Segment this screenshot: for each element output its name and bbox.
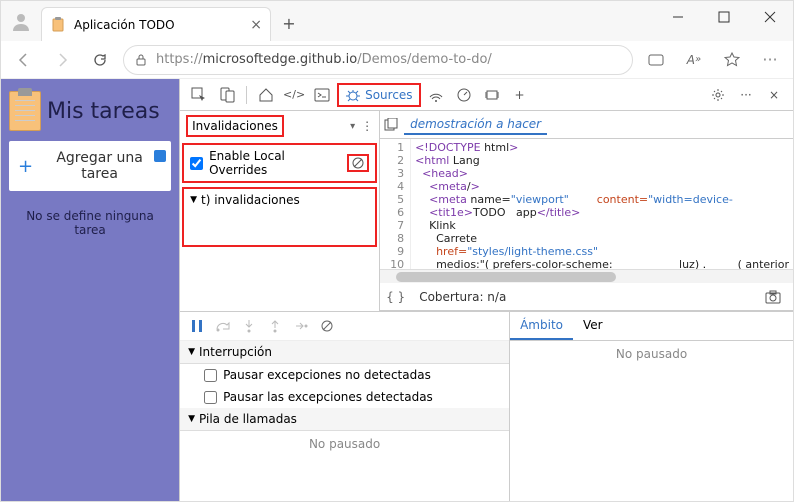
network-icon[interactable] <box>423 83 449 107</box>
forward-button[interactable] <box>47 45 77 75</box>
pause-button[interactable] <box>186 316 208 336</box>
new-tab-button[interactable]: + <box>275 9 303 37</box>
devtools-menu[interactable]: ··· <box>733 83 759 107</box>
welcome-icon[interactable] <box>253 83 279 107</box>
address-bar: https://microsoftedge.github.io/Demos/de… <box>1 41 793 79</box>
overrides-tree: ▼ t) invalidaciones <box>182 187 377 247</box>
clear-overrides-icon[interactable] <box>347 154 369 172</box>
indicator-dot <box>154 150 166 162</box>
devtools-panel: </> Sources + ··· × Invalidaciones ▾ ⋮ <box>179 79 793 501</box>
enable-overrides-row[interactable]: Enable Local Overrides <box>182 143 377 183</box>
step-into-button[interactable] <box>238 316 260 336</box>
sources-tab[interactable]: Sources <box>337 83 420 107</box>
lock-icon <box>134 53 148 67</box>
editor-tab[interactable]: demostración a hacer <box>404 115 547 135</box>
page-title: Mis tareas <box>47 99 160 124</box>
pause-caught-row[interactable]: Pausar las excepciones detectadas <box>180 386 509 408</box>
devtools-close[interactable]: × <box>761 83 787 107</box>
more-tabs-button[interactable]: + <box>507 83 533 107</box>
add-task-button[interactable]: + Agregar una tarea <box>9 141 171 191</box>
url-input[interactable]: https://microsoftedge.github.io/Demos/de… <box>123 45 633 75</box>
reload-button[interactable] <box>85 45 115 75</box>
app-icon[interactable] <box>641 45 671 75</box>
coverage-label: Cobertura: n/a <box>413 290 765 304</box>
pause-uncaught-row[interactable]: Pausar excepciones no detectadas <box>180 364 509 386</box>
source-editor-panel: demostración a hacer 12345678910 <!DOCTY… <box>380 111 793 311</box>
braces-icon[interactable]: { } <box>386 290 405 304</box>
callstack-empty: No pausado <box>180 431 509 457</box>
performance-icon[interactable] <box>451 83 477 107</box>
clipboard-icon <box>50 17 66 33</box>
debugger-panel: ▼ Interrupción Pausar excepciones no det… <box>180 311 793 501</box>
pause-uncaught-checkbox[interactable] <box>204 369 217 382</box>
scope-empty: No pausado <box>510 341 793 367</box>
maximize-button[interactable] <box>701 1 747 33</box>
tree-folder[interactable]: ▼ t) invalidaciones <box>190 193 369 207</box>
window-titlebar: Aplicación TODO × + <box>1 1 793 41</box>
clipboard-icon <box>9 91 41 131</box>
profile-icon[interactable] <box>1 1 41 41</box>
enable-overrides-checkbox[interactable] <box>190 157 203 170</box>
step-over-button[interactable] <box>212 316 234 336</box>
panel-menu[interactable]: ⋮ <box>361 119 373 133</box>
chevron-down-icon[interactable]: ▾ <box>350 121 355 132</box>
scope-tab[interactable]: Ámbito <box>510 312 573 340</box>
device-icon[interactable] <box>214 83 240 107</box>
page-content: Mis tareas + Agregar una tarea No se def… <box>1 79 179 501</box>
close-window-button[interactable] <box>747 1 793 33</box>
bug-icon <box>345 87 361 103</box>
close-icon[interactable]: × <box>250 17 262 33</box>
horizontal-scrollbar[interactable] <box>380 269 793 283</box>
scrollbar-thumb[interactable] <box>396 272 616 282</box>
callstack-section[interactable]: ▼ Pila de llamadas <box>180 408 509 431</box>
screenshot-icon[interactable] <box>765 290 781 304</box>
console-icon[interactable] <box>309 83 335 107</box>
browser-tab[interactable]: Aplicación TODO × <box>41 7 271 41</box>
watch-tab[interactable]: Ver <box>573 312 613 340</box>
devtools-toolbar: </> Sources + ··· × <box>180 79 793 111</box>
chevron-down-icon: ▼ <box>190 195 197 205</box>
breakpoints-section[interactable]: ▼ Interrupción <box>180 341 509 364</box>
read-aloud-icon[interactable]: A» <box>679 45 709 75</box>
deactivate-breakpoints-button[interactable] <box>316 316 338 336</box>
inspect-icon[interactable] <box>186 83 212 107</box>
code-editor[interactable]: 12345678910 <!DOCTYPE html><html Lang <h… <box>380 139 793 269</box>
back-button[interactable] <box>9 45 39 75</box>
settings-icon[interactable] <box>705 83 731 107</box>
menu-button[interactable]: ··· <box>755 45 785 75</box>
step-out-button[interactable] <box>264 316 286 336</box>
tab-title: Aplicación TODO <box>74 18 175 32</box>
minimize-button[interactable] <box>655 1 701 33</box>
navigator-dropdown[interactable]: Invalidaciones <box>186 115 284 137</box>
favorite-button[interactable] <box>717 45 747 75</box>
memory-icon[interactable] <box>479 83 505 107</box>
step-button[interactable] <box>290 316 312 336</box>
pause-caught-checkbox[interactable] <box>204 391 217 404</box>
empty-state-text: No se define ninguna tarea <box>9 209 171 237</box>
file-nav-icon[interactable] <box>384 118 398 132</box>
elements-icon[interactable]: </> <box>281 83 307 107</box>
navigator-panel: Invalidaciones ▾ ⋮ Enable Local Override… <box>180 111 380 311</box>
